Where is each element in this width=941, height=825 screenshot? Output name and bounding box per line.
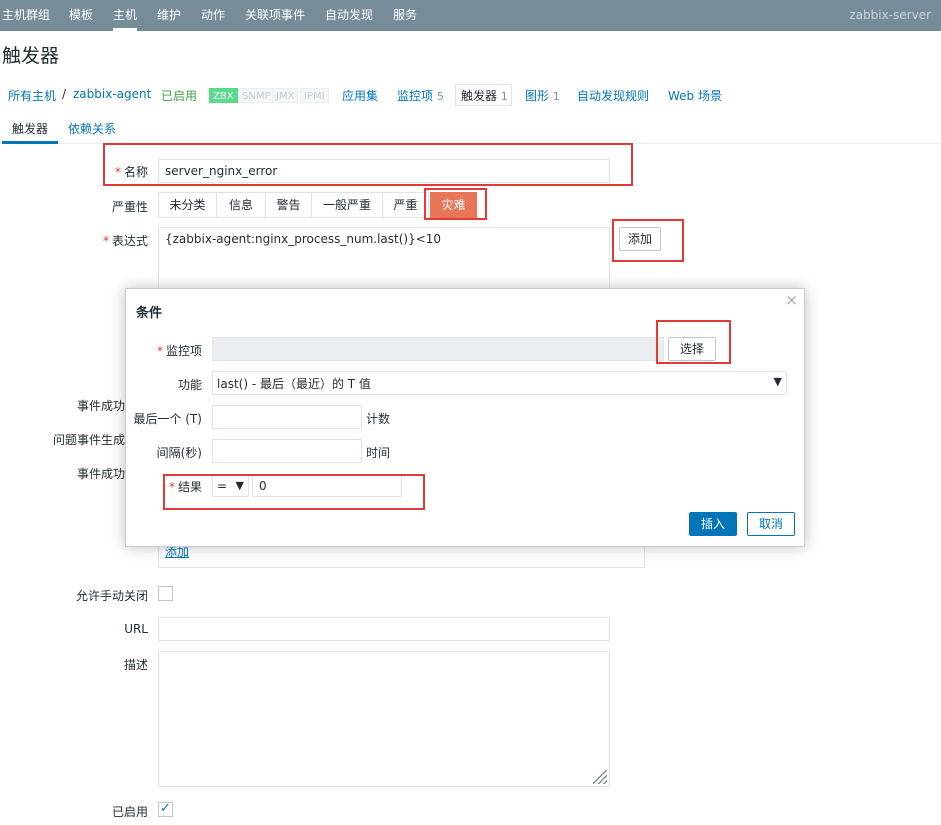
snmp-badge: SNMP <box>238 88 275 103</box>
highlight-name-box <box>103 143 633 186</box>
nav-hosts[interactable]: 主机 <box>113 0 138 31</box>
discovery-rules-link[interactable]: 自动发现规则 <box>577 87 649 104</box>
nav-templates[interactable]: 模板 <box>69 0 93 31</box>
interval-label: 间隔(秒) <box>156 446 202 460</box>
last-count-input[interactable] <box>212 405 362 429</box>
items-link[interactable]: 监控项 5 <box>397 87 444 104</box>
function-select[interactable]: last() - 最后（最近）的 T 值 ▼ <box>212 371 787 395</box>
all-hosts-link[interactable]: 所有主机 <box>8 87 56 104</box>
form-tabs: 触发器 依赖关系 <box>0 116 941 144</box>
resize-handle-icon[interactable] <box>593 770 607 784</box>
highlight-add-box <box>612 219 684 262</box>
description-textarea[interactable] <box>158 651 610 787</box>
tab-trigger[interactable]: 触发器 <box>2 120 59 144</box>
severity-label: 严重性 <box>111 200 148 214</box>
triggers-label: 触发器 <box>461 89 498 103</box>
nav-correlation[interactable]: 关联项事件 <box>245 0 305 31</box>
host-link[interactable]: zabbix-agent <box>73 87 151 101</box>
graphs-label: 图形 <box>525 89 550 103</box>
interval-input[interactable] <box>212 439 362 463</box>
host-status[interactable]: 已启用 <box>161 87 197 104</box>
highlight-disaster-box <box>424 188 487 220</box>
graphs-link[interactable]: 图形 1 <box>525 87 560 104</box>
close-icon[interactable]: × <box>785 291 798 309</box>
nav-maintenance[interactable]: 维护 <box>157 0 181 31</box>
web-scenarios-link[interactable]: Web 场景 <box>668 87 722 104</box>
severity-information[interactable]: 信息 <box>216 192 266 218</box>
severity-warning[interactable]: 警告 <box>265 192 312 218</box>
host-nav: 所有主机 / zabbix-agent 已启用 ZBX SNMP JMX IPM… <box>0 82 941 108</box>
triggers-count: 1 <box>500 90 508 103</box>
ipmi-badge: IPMI <box>300 88 329 103</box>
last-suffix: 计数 <box>366 412 391 426</box>
highlight-select-box <box>656 320 731 364</box>
top-nav: 主机群组 模板 主机 维护 动作 关联项事件 自动发现 服务 zabbix-se… <box>0 0 941 31</box>
items-label: 监控项 <box>397 89 434 103</box>
severity-average[interactable]: 一般严重 <box>311 192 383 218</box>
manual-close-checkbox[interactable] <box>158 586 173 601</box>
expression-label: * 表达式 <box>102 234 148 248</box>
graphs-count: 1 <box>552 90 560 103</box>
function-label: 功能 <box>177 378 202 392</box>
item-label: * 监控项 <box>156 344 202 358</box>
applications-link[interactable]: 应用集 <box>342 87 378 104</box>
chevron-down-icon: ▼ <box>773 375 782 388</box>
nav-services[interactable]: 服务 <box>393 0 417 31</box>
tab-dependencies[interactable]: 依赖关系 <box>68 120 116 144</box>
last-label: 最后一个 (T) <box>133 412 202 426</box>
server-name: zabbix-server <box>849 8 931 22</box>
dialog-title: 条件 <box>136 306 163 321</box>
description-label: 描述 <box>123 658 148 672</box>
nav-discovery[interactable]: 自动发现 <box>325 0 373 31</box>
expression-label-text: 表达式 <box>111 234 148 248</box>
breadcrumb-separator: / <box>62 87 67 101</box>
cancel-button[interactable]: 取消 <box>747 512 795 536</box>
url-label: URL <box>124 622 148 636</box>
zbx-badge: ZBX <box>209 88 238 103</box>
manual-close-label: 允许手动关闭 <box>75 589 148 603</box>
severity-not-classified[interactable]: 未分类 <box>158 192 217 218</box>
jmx-badge: JMX <box>272 88 299 103</box>
page-title: 触发器 <box>2 45 60 67</box>
ok-event-generation-label: 事件成功 <box>76 399 125 413</box>
highlight-result-box <box>163 474 425 510</box>
severity-high[interactable]: 严重 <box>382 192 429 218</box>
items-count: 5 <box>436 90 444 103</box>
insert-button[interactable]: 插入 <box>689 512 737 536</box>
enabled-label: 已启用 <box>111 805 148 819</box>
nav-host-groups[interactable]: 主机群组 <box>2 0 50 31</box>
enabled-checkbox[interactable] <box>158 801 173 817</box>
item-label-text: 监控项 <box>165 344 202 358</box>
nav-actions[interactable]: 动作 <box>201 0 225 31</box>
problem-event-mode-label: 问题事件生成 <box>52 433 125 447</box>
interval-suffix: 时间 <box>366 446 391 460</box>
url-input[interactable] <box>158 617 610 641</box>
expression-textarea[interactable]: {zabbix-agent:nginx_process_num.last()}<… <box>158 227 610 291</box>
function-value: last() - 最后（最近）的 T 值 <box>217 377 371 391</box>
item-input <box>212 337 664 361</box>
triggers-link[interactable]: 触发器 1 <box>461 87 508 104</box>
ok-event-closes-label: 事件成功 <box>76 467 125 481</box>
